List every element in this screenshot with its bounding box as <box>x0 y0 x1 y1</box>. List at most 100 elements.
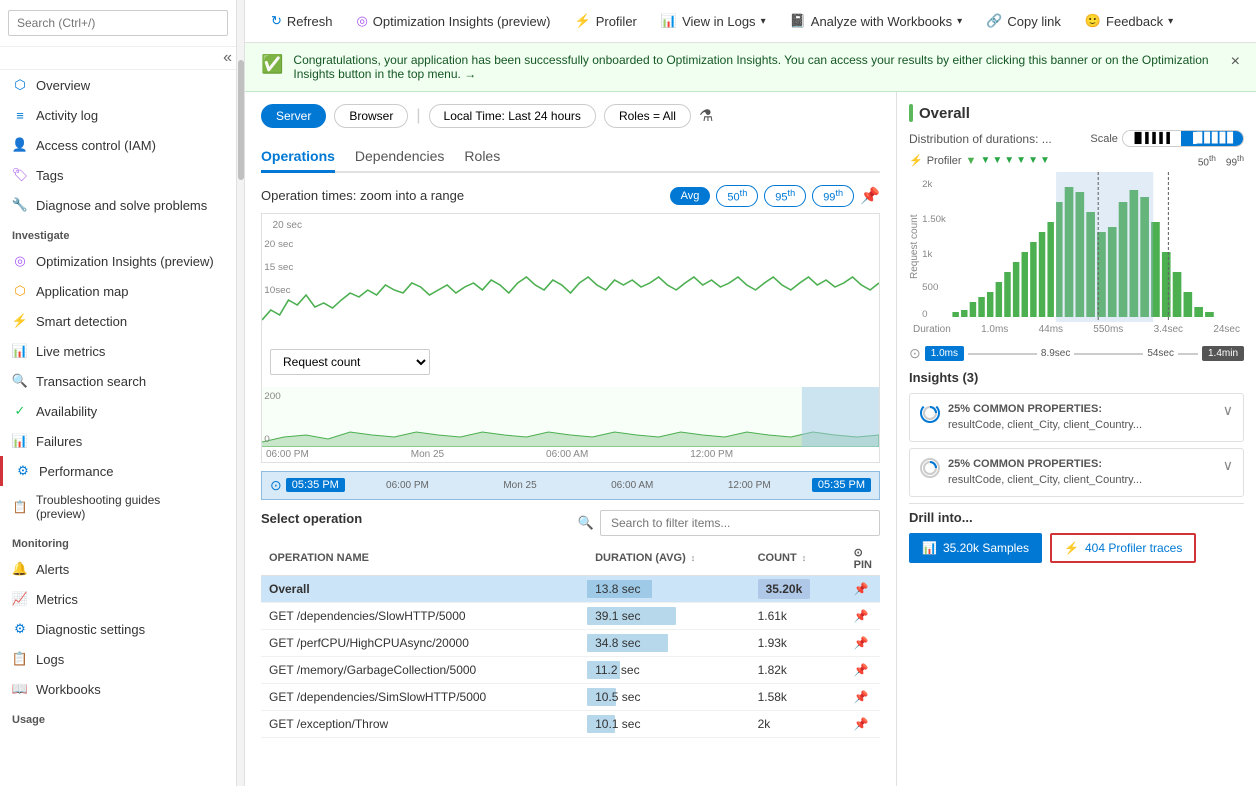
sidebar-item-live-metrics[interactable]: 📊 Live metrics <box>0 336 236 366</box>
op-pin[interactable]: 📌 <box>846 656 880 683</box>
refresh-button[interactable]: ↻ Refresh <box>261 8 342 34</box>
copy-link-button[interactable]: 🔗 Copy link <box>976 8 1071 34</box>
range-bar: ⊙ 1.0ms 8.9sec 54sec 1.4min <box>909 345 1244 362</box>
avg-button[interactable]: Avg <box>670 187 711 205</box>
p50-label: 50 <box>727 192 739 204</box>
profiler-button[interactable]: ⚡ Profiler <box>565 8 647 34</box>
op-pin[interactable]: 📌 <box>846 629 880 656</box>
table-row[interactable]: Overall 13.8 sec 35.20k 📌 <box>261 575 880 602</box>
refresh-label: Refresh <box>287 14 333 29</box>
banner-check-icon: ✅ <box>261 54 283 75</box>
triangle-4: ▼ <box>1016 155 1026 166</box>
chart-dropdown[interactable]: Request count <box>270 349 430 375</box>
pin-chart-button[interactable]: 📌 <box>860 186 880 206</box>
banner-close-button[interactable]: × <box>1231 53 1240 71</box>
sidebar-item-transaction-search[interactable]: 🔍 Transaction search <box>0 366 236 396</box>
samples-icon: 📊 <box>922 541 937 555</box>
analyze-workbooks-button[interactable]: 📓 Analyze with Workbooks ▾ <box>780 8 973 34</box>
p99-button[interactable]: 99th <box>812 185 854 207</box>
table-row[interactable]: GET /dependencies/SimSlowHTTP/5000 10.5 … <box>261 683 880 710</box>
view-in-logs-button[interactable]: 📊 View in Logs ▾ <box>651 8 776 34</box>
sidebar-item-diagnostic-settings[interactable]: ⚙ Diagnostic settings <box>0 614 236 644</box>
filter-funnel-icon[interactable]: ⚗ <box>699 106 713 126</box>
table-row[interactable]: GET /dependencies/SlowHTTP/5000 39.1 sec… <box>261 602 880 629</box>
sidebar-scrollbar[interactable] <box>237 0 245 786</box>
refresh-icon: ↻ <box>271 13 282 29</box>
insight-card-1[interactable]: 25% COMMON PROPERTIES: resultCode, clien… <box>909 393 1244 442</box>
p50-button[interactable]: 50th <box>716 185 758 207</box>
time-filter-button[interactable]: Local Time: Last 24 hours <box>429 104 596 128</box>
feedback-button[interactable]: 🙂 Feedback ▾ <box>1075 8 1183 34</box>
tab-operations[interactable]: Operations <box>261 142 335 173</box>
sidebar-item-label: Optimization Insights (preview) <box>36 254 214 269</box>
overall-title: Overall <box>909 104 1244 122</box>
sidebar-item-logs[interactable]: 📋 Logs <box>0 644 236 674</box>
col-duration: DURATION (AVG) ↕ <box>587 542 749 576</box>
iam-icon: 👤 <box>12 137 28 153</box>
operations-search-input[interactable] <box>600 510 880 536</box>
insight-card-2[interactable]: 25% COMMON PROPERTIES: resultCode, clien… <box>909 448 1244 497</box>
sidebar-item-performance[interactable]: ⚙ Performance <box>0 456 236 486</box>
optimization-insights-button[interactable]: ◎ Optimization Insights (preview) <box>346 8 560 34</box>
svg-text:15 sec: 15 sec <box>264 262 293 272</box>
scale-log-button[interactable]: ▐▊▊▊▊▊ <box>1181 131 1243 146</box>
sidebar-item-workbooks[interactable]: 📖 Workbooks <box>0 674 236 704</box>
search-input[interactable] <box>8 10 228 36</box>
op-pin[interactable]: 📌 <box>846 602 880 629</box>
application-map-icon: ⬡ <box>12 283 28 299</box>
insight-expand-icon-1[interactable]: ∨ <box>1223 402 1233 419</box>
op-pin[interactable]: 📌 <box>846 575 880 602</box>
roles-filter-button[interactable]: Roles = All <box>604 104 691 128</box>
sidebar-item-failures[interactable]: 📊 Failures <box>0 426 236 456</box>
profiler-traces-button[interactable]: ⚡ 404 Profiler traces <box>1050 533 1196 563</box>
server-filter-button[interactable]: Server <box>261 104 326 128</box>
sidebar-item-troubleshooting[interactable]: 📋 Troubleshooting guides(preview) <box>0 486 236 528</box>
troubleshooting-icon: 📋 <box>12 499 28 515</box>
sidebar-item-tags[interactable]: 🏷 Tags <box>0 160 236 190</box>
profiler-traces-label: 404 Profiler traces <box>1085 541 1182 555</box>
browser-filter-button[interactable]: Browser <box>334 104 408 128</box>
table-row[interactable]: GET /exception/Throw 10.1 sec 2k 📌 <box>261 710 880 737</box>
profiler-icon-small: ⚡ <box>909 154 923 167</box>
op-pin[interactable]: 📌 <box>846 683 880 710</box>
operations-table: OPERATION NAME DURATION (AVG) ↕ COUNT ↕ … <box>261 542 880 738</box>
sidebar-item-optimization-insights[interactable]: ◎ Optimization Insights (preview) <box>0 246 236 276</box>
insight-expand-icon-2[interactable]: ∨ <box>1223 457 1233 474</box>
overall-bar-indicator <box>909 104 913 122</box>
sidebar-item-label: Failures <box>36 434 82 449</box>
sidebar-item-label: Tags <box>36 168 63 183</box>
sidebar-item-label: Live metrics <box>36 344 105 359</box>
usage-section-label: Usage <box>0 704 236 730</box>
sidebar-item-overview[interactable]: ⬡ Overview <box>0 70 236 100</box>
sidebar-item-alerts[interactable]: 🔔 Alerts <box>0 554 236 584</box>
triangle-3: ▼ <box>1004 155 1014 166</box>
op-duration: 11.2 sec <box>587 656 749 683</box>
banner-text: Congratulations, your application has be… <box>293 53 1220 81</box>
dur-3sec: 3.4sec <box>1154 324 1183 335</box>
scale-linear-button[interactable]: ▐▌▌▌▌▌ <box>1123 131 1182 146</box>
table-row[interactable]: GET /memory/GarbageCollection/5000 11.2 … <box>261 656 880 683</box>
op-name: GET /exception/Throw <box>261 710 587 737</box>
sidebar-item-availability[interactable]: ✓ Availability <box>0 396 236 426</box>
sidebar-item-label: Performance <box>39 464 113 479</box>
table-row[interactable]: GET /perfCPU/HighCPUAsync/20000 34.8 sec… <box>261 629 880 656</box>
main-chart-area: 20 sec 20 sec 15 sec 10sec Request co <box>261 213 880 463</box>
tab-dependencies[interactable]: Dependencies <box>355 142 445 173</box>
op-pin[interactable]: 📌 <box>846 710 880 737</box>
p95-button[interactable]: 95th <box>764 185 806 207</box>
sidebar-item-label: Diagnostic settings <box>36 622 145 637</box>
sidebar-search-container <box>0 0 236 47</box>
samples-button[interactable]: 📊 35.20k Samples <box>909 533 1042 563</box>
sidebar-collapse-btn[interactable]: « <box>223 49 232 67</box>
sidebar-item-label: Availability <box>36 404 97 419</box>
sidebar-item-smart-detection[interactable]: ⚡ Smart detection <box>0 306 236 336</box>
sidebar-item-metrics[interactable]: 📈 Metrics <box>0 584 236 614</box>
activity-log-icon: ≡ <box>12 107 28 123</box>
sidebar-item-iam[interactable]: 👤 Access control (IAM) <box>0 130 236 160</box>
sidebar-item-diagnose[interactable]: 🔧 Diagnose and solve problems <box>0 190 236 220</box>
scale-label: Scale <box>1090 133 1118 145</box>
sidebar-item-activity-log[interactable]: ≡ Activity log <box>0 100 236 130</box>
time-label-1: 06:00 PM <box>266 449 309 460</box>
sidebar-item-application-map[interactable]: ⬡ Application map <box>0 276 236 306</box>
tab-roles[interactable]: Roles <box>464 142 500 173</box>
